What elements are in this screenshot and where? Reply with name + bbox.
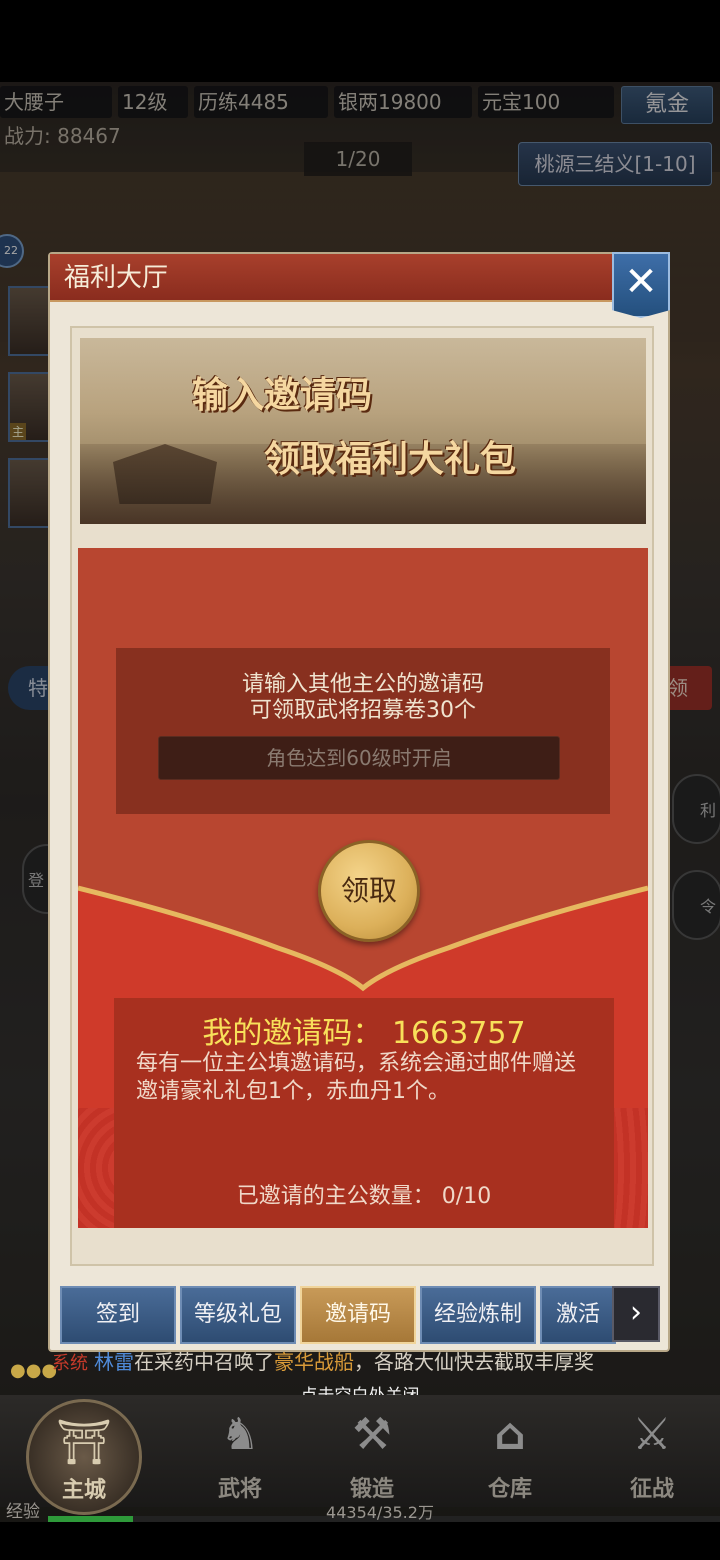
status-bar-area [0,0,720,82]
invite-banner: 输入邀请码 领取福利大礼包 [80,338,646,524]
invite-description: 每有一位主公填邀请码，系统会通过邮件赠送邀请豪礼礼包1个，赤血丹1个。 [136,1051,577,1104]
modal-content-frame: 输入邀请码 领取福利大礼包 请输入其他主公的邀请码 可领取武将招募卷30个 角色… [70,326,654,1266]
tab-sign-in[interactable]: 签到 [60,1286,176,1344]
modal-close-button[interactable]: ✕ [612,252,670,318]
nav-label: 征战 [629,1477,674,1502]
bottom-navigation: ⛩ 主城 ♞ 武将 ⚒ 锻造 ⌂ 仓库 ⚔ 征战 [0,1395,720,1515]
chat-text-before: 在采药中召唤了 [134,1350,274,1374]
system-chat-bar[interactable]: ●●●系统 林雷在采药中召唤了豪华战船，各路大仙快去截取丰厚奖 [0,1342,720,1382]
nav-main-city[interactable]: ⛩ 主城 [26,1399,142,1515]
exp-value: 44354/35.2万 [326,1503,434,1522]
invite-code-input[interactable]: 角色达到60级时开启 [158,736,560,780]
sword-icon: ⚔ [632,1409,672,1460]
red-envelope: 请输入其他主公的邀请码 可领取武将招募卷30个 角色达到60级时开启 领取 我的… [78,548,648,1228]
chat-player-name: 林雷 [94,1350,134,1374]
tab-activate[interactable]: 激活 [540,1286,616,1344]
chat-text-after: ，各路大仙快去截取丰厚奖 [354,1350,594,1374]
helmet-icon: ♞ [220,1409,260,1460]
anvil-icon: ⚒ [352,1409,392,1460]
my-invite-panel: 我的邀请码： 1663757 每有一位主公填邀请码，系统会通过邮件赠送邀请豪礼礼… [114,998,614,1228]
claim-button[interactable]: 领取 [318,840,420,942]
exp-bar: 经验 44354/35.2万 [0,1502,720,1522]
chevron-right-icon: › [630,1295,642,1330]
input-tip-line2: 可领取武将招募卷30个 [250,698,476,723]
castle-icon: ⛩ [56,1417,112,1468]
modal-title: 福利大厅 [64,263,169,293]
modal-tabs: 签到 等级礼包 邀请码 经验炼制 激活 [60,1286,620,1346]
tab-scroll-right-button[interactable]: › [612,1286,660,1342]
nav-forge[interactable]: ⚒ 锻造 [312,1395,432,1507]
invite-input-panel: 请输入其他主公的邀请码 可领取武将招募卷30个 角色达到60级时开启 [116,648,610,814]
nav-label: 仓库 [487,1477,532,1502]
nav-generals[interactable]: ♞ 武将 [180,1395,300,1507]
tab-level-gift[interactable]: 等级礼包 [180,1286,296,1344]
nav-warehouse[interactable]: ⌂ 仓库 [450,1395,570,1507]
welfare-hall-modal: 福利大厅 输入邀请码 领取福利大礼包 请输入其他主公的邀请码 可领取武将招募卷3… [48,252,670,1352]
chat-tag: 系统 [52,1353,88,1374]
modal-header: 福利大厅 [50,254,616,302]
tab-invite-code[interactable]: 邀请码 [300,1286,416,1344]
my-invite-code: 我的邀请码： 1663757 [202,1016,526,1051]
tab-exp-refine[interactable]: 经验炼制 [420,1286,536,1344]
close-icon: ✕ [624,259,658,305]
warehouse-icon: ⌂ [494,1409,526,1460]
chat-item-name: 豪华战船 [274,1350,354,1374]
banner-subheadline: 领取福利大礼包 [264,438,517,480]
chat-bubble-icon: ●●● [10,1359,58,1381]
nav-campaign[interactable]: ⚔ 征战 [592,1395,712,1507]
nav-label: 主城 [61,1478,106,1503]
banner-headline: 输入邀请码 [192,374,373,416]
nav-label: 锻造 [349,1477,394,1502]
nav-label: 武将 [217,1477,262,1502]
invited-count: 已邀请的主公数量： 0/10 [236,1184,492,1209]
